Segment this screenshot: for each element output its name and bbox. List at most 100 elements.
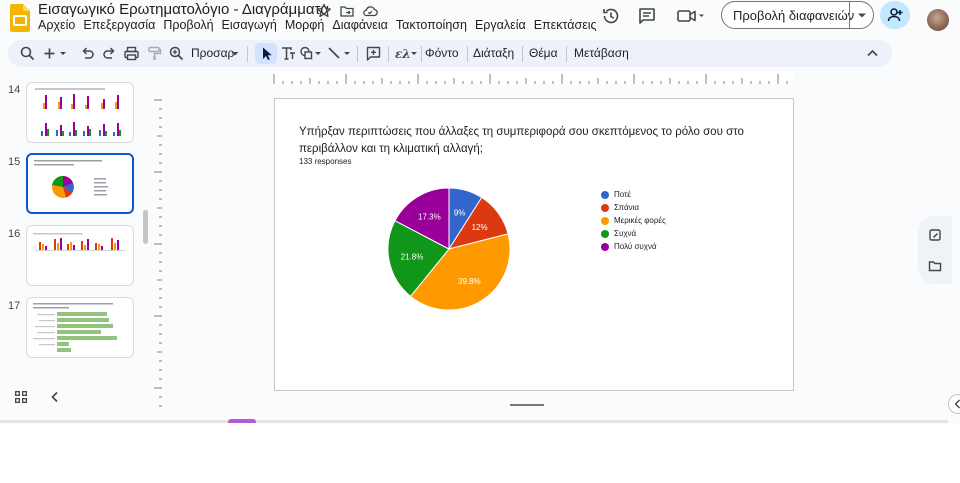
legend-swatch [601, 203, 609, 212]
toolbar: Προσαρ ελ Φόντο Διάταξη Θέμα Μετάβαση [8, 40, 892, 67]
slide[interactable]: Υπήρξαν περιπτώσεις που άλλαξες τη συμπε… [274, 98, 794, 391]
present-label: Προβολή διαφανειών [733, 8, 855, 23]
menu-view[interactable]: Προβολή [163, 18, 218, 32]
filmstrip: 14 15 16 17 [0, 68, 152, 420]
collapse-menu-icon[interactable] [864, 45, 881, 62]
chevron-down-icon[interactable] [230, 45, 240, 62]
menu-insert[interactable]: Εισαγωγή [222, 18, 282, 32]
slides-logo-icon[interactable] [10, 4, 30, 32]
share-button[interactable] [880, 1, 910, 29]
transition-button[interactable]: Μετάβαση [574, 46, 629, 60]
editor-canvas: Υπήρξαν περιπτώσεις που άλλαξες τη συμπε… [152, 68, 904, 420]
search-menus-icon[interactable] [19, 45, 36, 62]
history-icon[interactable] [601, 6, 621, 26]
line-icon[interactable] [326, 45, 354, 62]
menu-file[interactable]: Αρχείο [38, 18, 80, 32]
menu-extensions[interactable]: Επεκτάσεις [534, 18, 602, 32]
present-button[interactable]: Προβολή διαφανειών [721, 1, 874, 29]
background-button[interactable]: Φόντο [425, 46, 459, 60]
legend-item: Μερικές φορές [601, 214, 666, 227]
toolbar-divider [467, 46, 468, 62]
slice-label: 17.3% [418, 213, 441, 222]
account-avatar[interactable] [927, 9, 949, 31]
star-icon[interactable] [316, 3, 332, 19]
blank-area [0, 423, 960, 483]
toolbar-divider [388, 46, 389, 62]
legend-label: Πολύ συχνά [614, 242, 657, 251]
comment-add-icon[interactable] [365, 45, 382, 62]
folder-icon[interactable] [928, 259, 942, 273]
equation-icon[interactable]: ελ [394, 45, 420, 62]
side-panel [918, 216, 952, 284]
vertical-ruler[interactable] [152, 88, 162, 418]
toolbar-divider [421, 46, 422, 62]
horizontal-bar-thumbnail-image [33, 303, 117, 352]
pie-chart[interactable]: 9% 12% 39.8% 21.8% 17.3% [387, 187, 511, 311]
response-count: 133 responses [299, 157, 352, 166]
chart-legend: Ποτέ Σπάνια Μερικές φορές Συχνά Πολύ συχνά [601, 188, 666, 253]
legend-item: Σπάνια [601, 201, 666, 214]
toolbar-divider [357, 46, 358, 62]
toolbar-divider [247, 46, 248, 62]
svg-text:ελ: ελ [395, 47, 411, 61]
slide-number: 16 [8, 228, 21, 240]
legend-label: Μερικές φορές [614, 216, 666, 225]
horizontal-ruler[interactable] [162, 68, 904, 86]
slide-thumbnail[interactable] [26, 153, 134, 214]
new-slide-icon[interactable] [41, 45, 69, 62]
legend-label: Συχνά [614, 229, 637, 238]
slide-thumbnail[interactable] [26, 82, 134, 143]
legend-item: Συχνά [601, 227, 666, 240]
grid-view-icon[interactable] [14, 390, 28, 404]
slide-number: 17 [8, 300, 21, 312]
slice-label: 9% [454, 209, 466, 218]
side-panel-toggle[interactable] [948, 394, 960, 414]
zoom-select[interactable]: Προσαρ [191, 46, 234, 60]
bar-chart-thumbnail-image [35, 88, 121, 136]
shape-icon[interactable] [298, 45, 324, 62]
legend-label: Σπάνια [614, 203, 639, 212]
keep-notes-icon[interactable] [928, 228, 942, 242]
title-bar: Εισαγωγικό Ερωτηματολόγιο - Διαγράμματα … [0, 0, 960, 40]
ruler-page-band [274, 72, 794, 84]
video-call-icon[interactable] [676, 6, 706, 26]
text-box-icon[interactable] [280, 45, 297, 62]
slide-number: 15 [8, 156, 21, 168]
move-to-folder-icon[interactable] [339, 3, 355, 19]
undo-icon[interactable] [79, 45, 96, 62]
slide-thumbnail[interactable] [26, 297, 134, 358]
slice-label: 21.8% [401, 253, 424, 262]
slide-thumbnail[interactable] [26, 225, 134, 286]
cloud-saved-icon[interactable] [362, 3, 378, 19]
legend-swatch [601, 229, 609, 238]
menu-slide[interactable]: Διαφάνεια [332, 18, 393, 32]
menu-edit[interactable]: Επεξεργασία [83, 18, 160, 32]
legend-label: Ποτέ [614, 190, 631, 199]
slice-label: 39.8% [458, 277, 481, 286]
legend-item: Ποτέ [601, 188, 666, 201]
bar-chart-thumbnail-image [33, 233, 125, 251]
filmstrip-scrollbar[interactable] [143, 210, 148, 244]
toolbar-divider [522, 46, 523, 62]
speaker-notes-handle[interactable] [510, 404, 544, 406]
question-title: Υπήρξαν περιπτώσεις που άλλαξες τη συμπε… [299, 126, 744, 155]
zoom-icon[interactable] [168, 45, 185, 62]
select-cursor-icon[interactable] [258, 45, 275, 62]
pie-chart-thumbnail-image [34, 160, 108, 198]
theme-button[interactable]: Θέμα [529, 46, 558, 60]
menu-format[interactable]: Μορφή [285, 18, 330, 32]
print-icon[interactable] [123, 45, 140, 62]
menu-tools[interactable]: Εργαλεία [475, 18, 531, 32]
comments-icon[interactable] [637, 6, 657, 26]
menu-arrange[interactable]: Τακτοποίηση [396, 18, 472, 32]
chevron-left-icon[interactable] [48, 390, 62, 404]
chevron-down-icon[interactable] [856, 7, 868, 23]
slice-label: 12% [472, 223, 488, 232]
legend-item: Πολύ συχνά [601, 240, 666, 253]
redo-icon[interactable] [101, 45, 118, 62]
legend-swatch [601, 242, 609, 251]
menu-bar: Αρχείο Επεξεργασία Προβολή Εισαγωγή Μορφ… [38, 18, 605, 32]
paint-format-icon[interactable] [146, 45, 163, 62]
layout-button[interactable]: Διάταξη [473, 46, 514, 60]
document-title[interactable]: Εισαγωγικό Ερωτηματολόγιο - Διαγράμματα [38, 1, 329, 18]
